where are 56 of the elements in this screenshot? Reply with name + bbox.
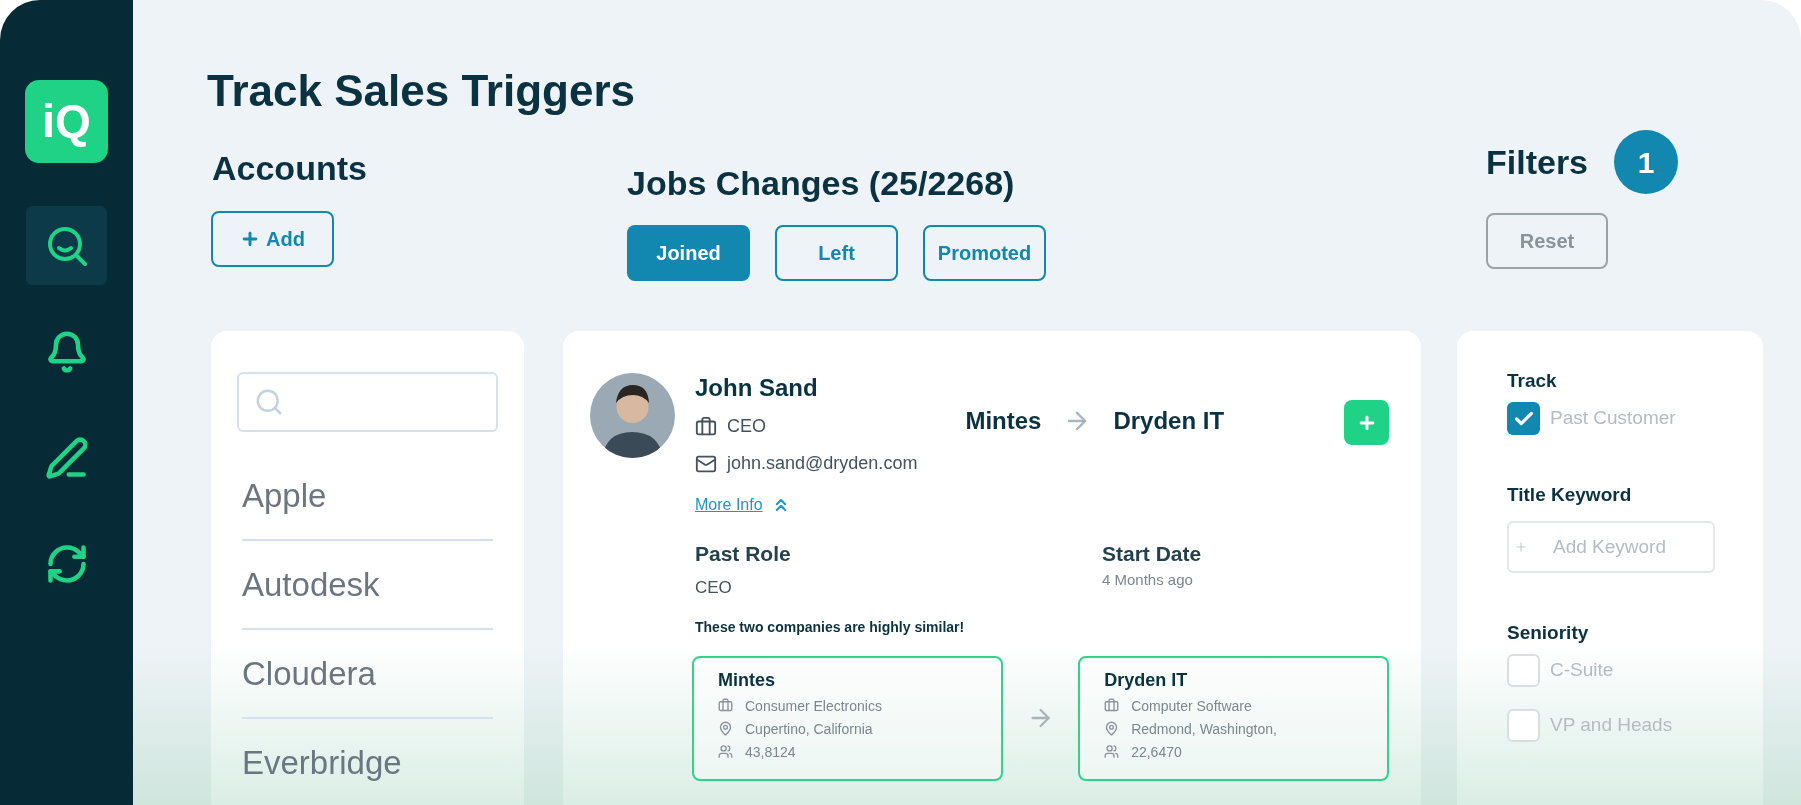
logo: iQ xyxy=(25,80,108,163)
section-heading: Filters xyxy=(1486,142,1589,182)
search-icon xyxy=(254,387,284,417)
filter-tab[interactable]: Joined xyxy=(627,225,750,281)
from-company: Mintes xyxy=(965,406,1042,436)
section-heading: Accounts xyxy=(211,148,368,188)
filter-title: Title Keyword xyxy=(1507,483,1633,507)
detail-label: Start Date xyxy=(1102,541,1202,567)
person-name: John Sand xyxy=(695,373,819,403)
briefcase-icon xyxy=(718,698,733,713)
job-title: CEO xyxy=(727,415,766,438)
people-icon xyxy=(1104,744,1120,759)
people-icon xyxy=(718,744,733,759)
employee-count: 43,8124 xyxy=(745,742,796,761)
checkbox-label: VP and Heads xyxy=(1550,713,1673,738)
checkbox-label: C-Suite xyxy=(1550,658,1614,683)
add-button[interactable]: Add xyxy=(211,211,334,267)
location-icon xyxy=(718,721,733,736)
email: john.sand@dryden.com xyxy=(727,452,918,475)
location: Redmond, Washington, xyxy=(1131,719,1277,738)
to-company: Dryden IT xyxy=(1113,406,1225,436)
reset-button[interactable]: Reset xyxy=(1486,213,1608,269)
checkbox[interactable] xyxy=(1507,654,1540,687)
checkbox[interactable] xyxy=(1507,709,1540,742)
industry: Consumer Electronics xyxy=(745,696,882,715)
similarity-note: These two companies are highly similar! xyxy=(695,617,966,637)
search-field[interactable] xyxy=(237,372,498,432)
detail-label: Past Role xyxy=(695,541,792,567)
company-name: Mintes xyxy=(718,668,776,692)
account-item[interactable]: Autodesk xyxy=(242,541,493,630)
account-item[interactable]: Apple xyxy=(242,452,493,541)
more-info-link[interactable]: More Info xyxy=(695,493,763,517)
page-title: Track Sales Triggers xyxy=(207,66,637,116)
nav-item[interactable] xyxy=(26,206,107,285)
location: Cupertino, California xyxy=(745,719,873,738)
checkbox-label: Past Customer xyxy=(1550,406,1676,431)
checkbox[interactable] xyxy=(1507,402,1540,435)
plus-icon xyxy=(1514,540,1528,554)
account-item[interactable]: Everbridge xyxy=(242,719,493,805)
keyword-field[interactable]: Add Keyword xyxy=(1507,521,1715,573)
section-heading: Jobs Changes (25/2268) xyxy=(627,163,1016,203)
company-name: Dryden IT xyxy=(1104,668,1189,692)
location-icon xyxy=(1104,721,1120,736)
employee-count: 22,6470 xyxy=(1131,742,1182,761)
detail-value: 4 Months ago xyxy=(1102,570,1194,590)
filter-title: Seniority xyxy=(1507,621,1590,645)
briefcase-icon xyxy=(695,415,717,438)
filter-title: Track xyxy=(1507,369,1558,393)
filter-tab[interactable]: Left xyxy=(775,225,898,281)
detail-value: CEO xyxy=(695,577,733,599)
account-item[interactable]: Cloudera xyxy=(242,630,493,719)
briefcase-icon xyxy=(1104,698,1120,713)
filter-tab[interactable]: Promoted xyxy=(923,225,1046,281)
industry: Computer Software xyxy=(1131,696,1252,715)
pencil-icon xyxy=(44,435,89,480)
count-badge: 1 xyxy=(1614,130,1679,194)
